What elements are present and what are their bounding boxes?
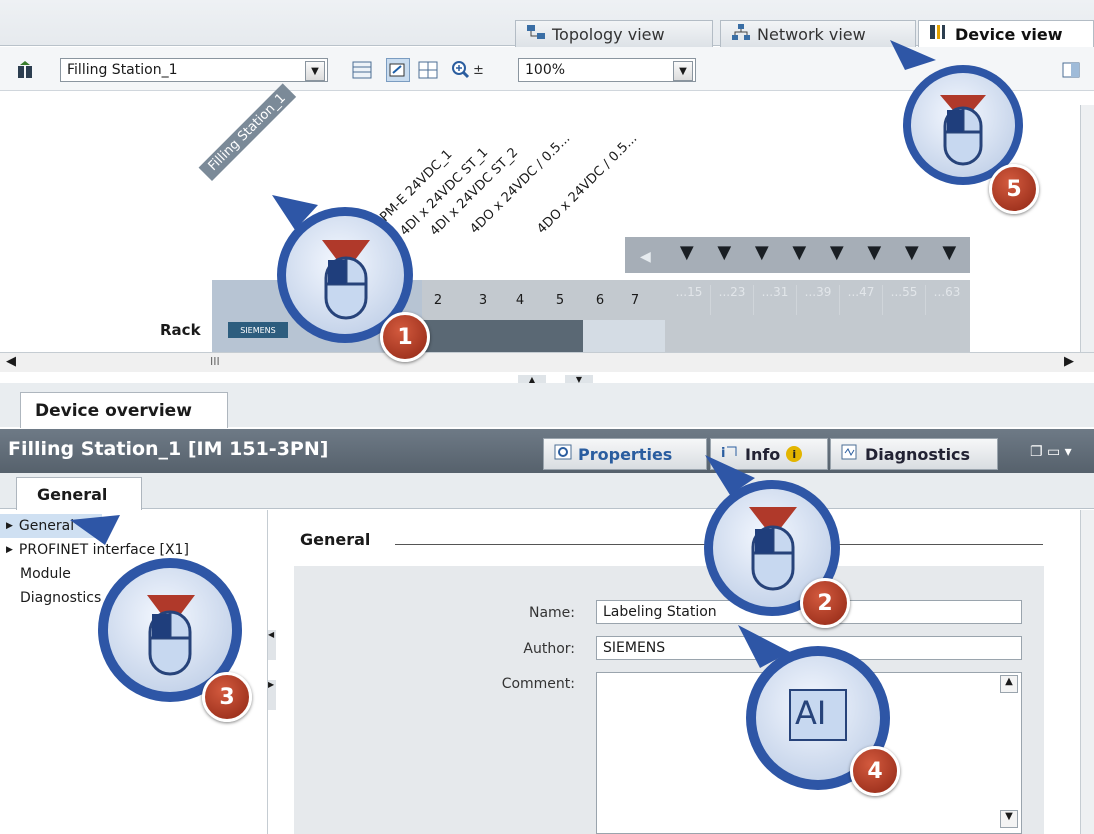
callout-overlay: [70, 40, 1023, 790]
callout-badge-5: 5: [989, 164, 1039, 214]
callout-badge-1: 1: [380, 312, 430, 362]
text-cursor-icon: AI: [795, 694, 827, 732]
callout-badge-2: 2: [800, 578, 850, 628]
callout-badge-3: 3: [202, 672, 252, 722]
callout-badge-4: 4: [850, 746, 900, 796]
callout-5: [890, 40, 1023, 185]
